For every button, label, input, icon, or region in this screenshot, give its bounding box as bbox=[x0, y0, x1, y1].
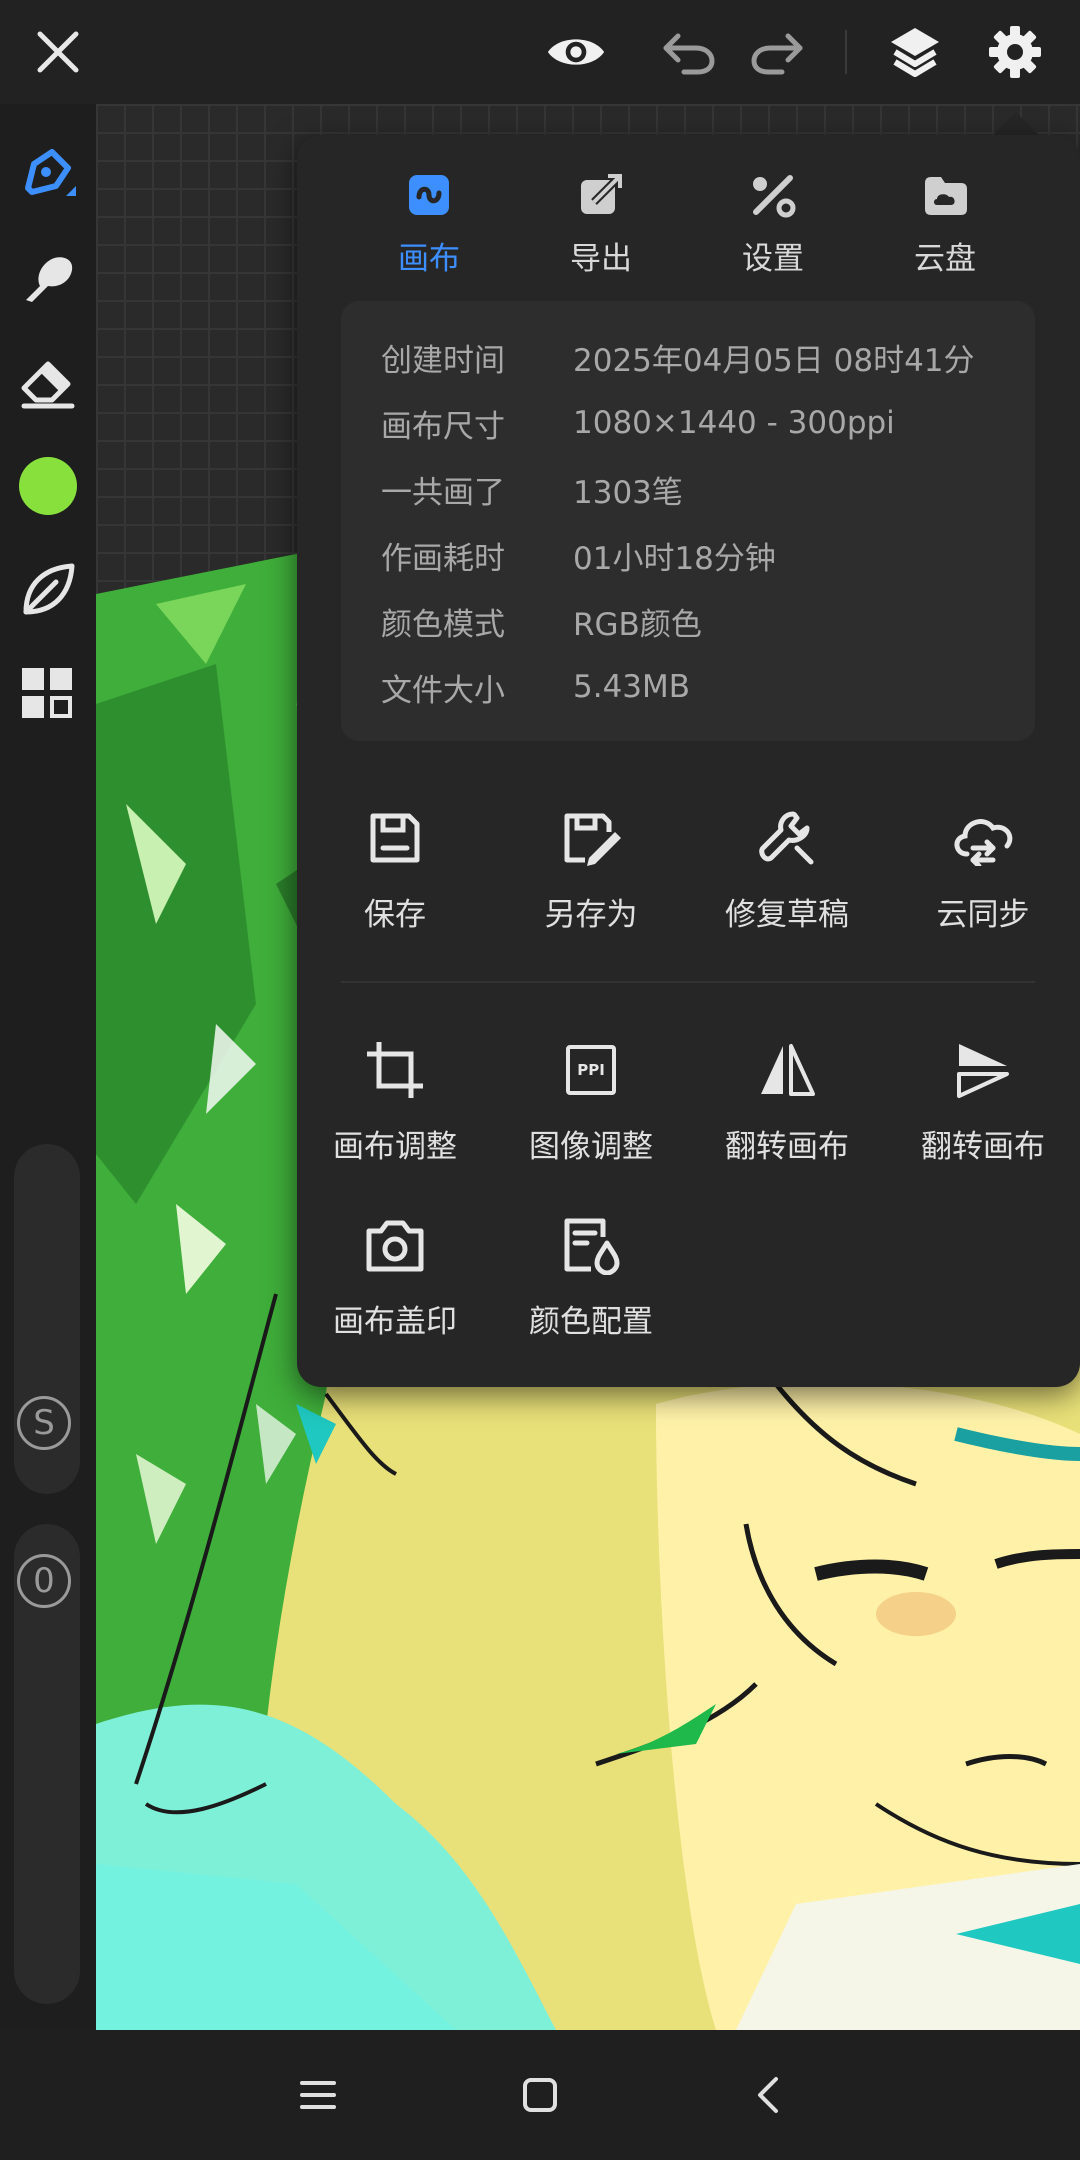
info-value: 2025年04月05日 08时41分 bbox=[573, 342, 975, 379]
info-value: 1303笔 bbox=[573, 474, 683, 511]
action-label: 图像调整 bbox=[529, 1129, 653, 1165]
info-row: 文件大小 5.43MB bbox=[381, 662, 690, 712]
grid-icon[interactable] bbox=[10, 656, 86, 732]
info-row: 创建时间 2025年04月05日 08时41分 bbox=[381, 332, 975, 382]
top-toolbar bbox=[0, 0, 1080, 104]
tab-label: 云盘 bbox=[914, 241, 976, 277]
info-row: 颜色模式 RGB颜色 bbox=[381, 596, 702, 646]
canvas-info-card: 创建时间 2025年04月05日 08时41分 画布尺寸 1080×1440 -… bbox=[341, 301, 1035, 741]
flip-vertical-icon bbox=[885, 1035, 1080, 1105]
eraser-icon[interactable] bbox=[10, 344, 86, 420]
info-key: 一共画了 bbox=[381, 474, 505, 511]
action-label: 画布调整 bbox=[333, 1129, 457, 1165]
settings-gear-icon[interactable] bbox=[985, 22, 1045, 82]
action-label: 翻转画布 bbox=[725, 1129, 849, 1165]
left-toolbar: S 0 bbox=[0, 104, 96, 2030]
info-key: 创建时间 bbox=[381, 342, 505, 379]
brush-icon[interactable] bbox=[10, 136, 86, 212]
info-key: 颜色模式 bbox=[381, 606, 505, 643]
cloud-sync-icon bbox=[885, 803, 1080, 873]
tab-label: 设置 bbox=[742, 241, 804, 277]
tab-export[interactable]: 导出 bbox=[521, 167, 681, 278]
info-value: 1080×1440 - 300ppi bbox=[573, 405, 895, 441]
image-adjust-button[interactable]: PPI 图像调整 bbox=[493, 1035, 689, 1166]
tab-label: 画布 bbox=[398, 241, 460, 277]
info-key: 画布尺寸 bbox=[381, 408, 505, 445]
size-badge: S bbox=[17, 1396, 71, 1450]
canvas-icon bbox=[349, 167, 509, 223]
save-icon bbox=[297, 803, 493, 873]
info-value: 01小时18分钟 bbox=[573, 540, 776, 577]
leaf-icon[interactable] bbox=[10, 552, 86, 628]
save-button[interactable]: 保存 bbox=[297, 803, 493, 934]
save-as-icon bbox=[493, 803, 689, 873]
canvas-stamp-button[interactable]: 画布盖印 bbox=[297, 1210, 493, 1341]
cloud-drive-icon bbox=[865, 167, 1025, 223]
flip-vertical-button[interactable]: 翻转画布 bbox=[885, 1035, 1080, 1166]
ppi-icon-text: PPI bbox=[566, 1045, 616, 1095]
system-navbar bbox=[0, 2030, 1080, 2160]
action-label: 另存为 bbox=[544, 897, 638, 933]
eye-icon[interactable] bbox=[546, 22, 606, 82]
info-row: 作画耗时 01小时18分钟 bbox=[381, 530, 776, 580]
info-key: 文件大小 bbox=[381, 672, 505, 709]
canvas-adjust-button[interactable]: 画布调整 bbox=[297, 1035, 493, 1166]
repair-draft-button[interactable]: 修复草稿 bbox=[689, 803, 885, 934]
action-label: 颜色配置 bbox=[529, 1304, 653, 1340]
settings-icon bbox=[693, 167, 853, 223]
flip-horizontal-icon bbox=[689, 1035, 885, 1105]
action-label: 修复草稿 bbox=[725, 897, 849, 933]
toolbar-divider bbox=[845, 30, 847, 74]
export-icon bbox=[521, 167, 681, 223]
info-key: 作画耗时 bbox=[381, 540, 505, 577]
color-profile-icon bbox=[493, 1210, 689, 1280]
action-label: 画布盖印 bbox=[333, 1304, 457, 1340]
redo-icon[interactable] bbox=[748, 22, 808, 82]
info-row: 画布尺寸 1080×1440 - 300ppi bbox=[381, 398, 895, 448]
panel-tabs: 画布 导出 设置 云盘 bbox=[297, 135, 1080, 285]
action-label: 保存 bbox=[364, 897, 426, 933]
color-swatch[interactable] bbox=[10, 448, 86, 524]
info-value: RGB颜色 bbox=[573, 606, 702, 643]
smudge-icon[interactable] bbox=[10, 240, 86, 316]
crop-icon bbox=[297, 1035, 493, 1105]
tab-canvas[interactable]: 画布 bbox=[349, 167, 509, 278]
home-icon[interactable] bbox=[510, 2065, 570, 2125]
camera-icon bbox=[297, 1210, 493, 1280]
action-label: 翻转画布 bbox=[921, 1129, 1045, 1165]
back-icon[interactable] bbox=[738, 2065, 798, 2125]
tab-label: 导出 bbox=[570, 241, 632, 277]
canvas-menu-panel: 画布 导出 设置 云盘 创建时间 2025年04月05日 08时41分 画布尺寸… bbox=[297, 135, 1080, 1387]
flip-horizontal-button[interactable]: 翻转画布 bbox=[689, 1035, 885, 1166]
undo-icon[interactable] bbox=[658, 22, 718, 82]
menu-icon[interactable] bbox=[288, 2065, 348, 2125]
layers-icon[interactable] bbox=[885, 22, 945, 82]
color-profile-button[interactable]: 颜色配置 bbox=[493, 1210, 689, 1341]
close-icon[interactable] bbox=[28, 22, 88, 82]
info-row: 一共画了 1303笔 bbox=[381, 464, 683, 514]
tab-settings[interactable]: 设置 bbox=[693, 167, 853, 278]
section-divider bbox=[341, 981, 1035, 983]
save-as-button[interactable]: 另存为 bbox=[493, 803, 689, 934]
tab-cloud-drive[interactable]: 云盘 bbox=[865, 167, 1025, 278]
ppi-icon: PPI bbox=[493, 1035, 689, 1105]
wrench-icon bbox=[689, 803, 885, 873]
action-label: 云同步 bbox=[936, 897, 1030, 933]
opacity-badge: 0 bbox=[17, 1554, 71, 1608]
cloud-sync-button[interactable]: 云同步 bbox=[885, 803, 1080, 934]
info-value: 5.43MB bbox=[573, 669, 691, 705]
